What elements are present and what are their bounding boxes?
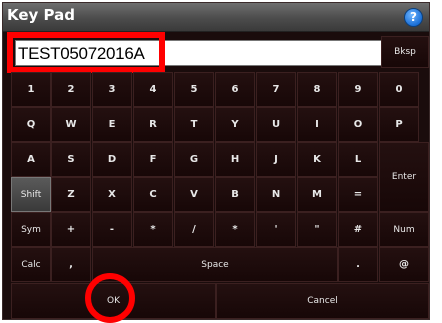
key-6[interactable]: 6 (215, 72, 255, 107)
title-bar: Key Pad ? (3, 3, 429, 32)
key-h[interactable]: H (215, 142, 255, 177)
key-row5-3[interactable]: / (174, 212, 214, 247)
shift-key[interactable]: Shift (11, 177, 51, 212)
key-row5-4[interactable]: * (215, 212, 255, 247)
key-q[interactable]: Q (11, 107, 51, 142)
entry-value: TEST05072016A (18, 44, 145, 63)
key-d[interactable]: D (92, 142, 132, 177)
key-row5-1[interactable]: - (92, 212, 132, 247)
key-row5-5[interactable]: ' (256, 212, 296, 247)
key-8[interactable]: 8 (297, 72, 337, 107)
key-i[interactable]: I (297, 107, 337, 142)
key-f[interactable]: F (133, 142, 173, 177)
key-g[interactable]: G (174, 142, 214, 177)
key-row4-1[interactable]: X (92, 177, 132, 212)
window-title: Key Pad (7, 6, 75, 24)
entry-field[interactable]: TEST05072016A (15, 40, 383, 66)
key-o[interactable]: O (338, 107, 378, 142)
key-p[interactable]: P (379, 107, 419, 142)
key-w[interactable]: W (51, 107, 91, 142)
key-y[interactable]: Y (215, 107, 255, 142)
key-row5-0[interactable]: + (51, 212, 91, 247)
key-row5-6[interactable]: " (297, 212, 337, 247)
key-row5-2[interactable]: * (133, 212, 173, 247)
key-row4-5[interactable]: N (256, 177, 296, 212)
key-row4-4[interactable]: B (215, 177, 255, 212)
key-row4-6[interactable]: M (297, 177, 337, 212)
key-r[interactable]: R (133, 107, 173, 142)
ok-button[interactable]: OK (11, 283, 216, 319)
space-key[interactable]: Space (92, 247, 338, 282)
key-l[interactable]: L (338, 142, 378, 177)
enter-key[interactable]: Enter (379, 142, 429, 212)
key-a[interactable]: A (11, 142, 51, 177)
key-s[interactable]: S (51, 142, 91, 177)
key-u[interactable]: U (256, 107, 296, 142)
cancel-button[interactable]: Cancel (216, 283, 429, 319)
num-key[interactable]: Num (379, 212, 429, 247)
key-k[interactable]: K (297, 142, 337, 177)
help-icon[interactable]: ? (404, 8, 423, 27)
key-row5-7[interactable]: # (338, 212, 378, 247)
key-row4-0[interactable]: Z (51, 177, 91, 212)
key-1[interactable]: 1 (11, 72, 51, 107)
key-e[interactable]: E (92, 107, 132, 142)
at-key[interactable]: @ (379, 247, 429, 282)
key-2[interactable]: 2 (51, 72, 91, 107)
sym-key[interactable]: Sym (11, 212, 51, 247)
key-row4-2[interactable]: C (133, 177, 173, 212)
keypad-window: Key Pad ? TEST05072016A Bksp 1 2 3 4 5 6 7 8 9 0 Q W… (2, 2, 430, 323)
key-3[interactable]: 3 (92, 72, 132, 107)
key-5[interactable]: 5 (174, 72, 214, 107)
key-4[interactable]: 4 (133, 72, 173, 107)
key-row4-3[interactable]: V (174, 177, 214, 212)
key-0[interactable]: 0 (379, 72, 419, 107)
period-key[interactable]: . (338, 247, 378, 282)
comma-key[interactable]: , (51, 247, 91, 282)
key-row4-7[interactable]: = (338, 177, 378, 212)
key-9[interactable]: 9 (338, 72, 378, 107)
backspace-key[interactable]: Bksp (381, 36, 429, 68)
key-7[interactable]: 7 (256, 72, 296, 107)
key-t[interactable]: T (174, 107, 214, 142)
key-j[interactable]: J (256, 142, 296, 177)
calc-key[interactable]: Calc (11, 247, 51, 282)
